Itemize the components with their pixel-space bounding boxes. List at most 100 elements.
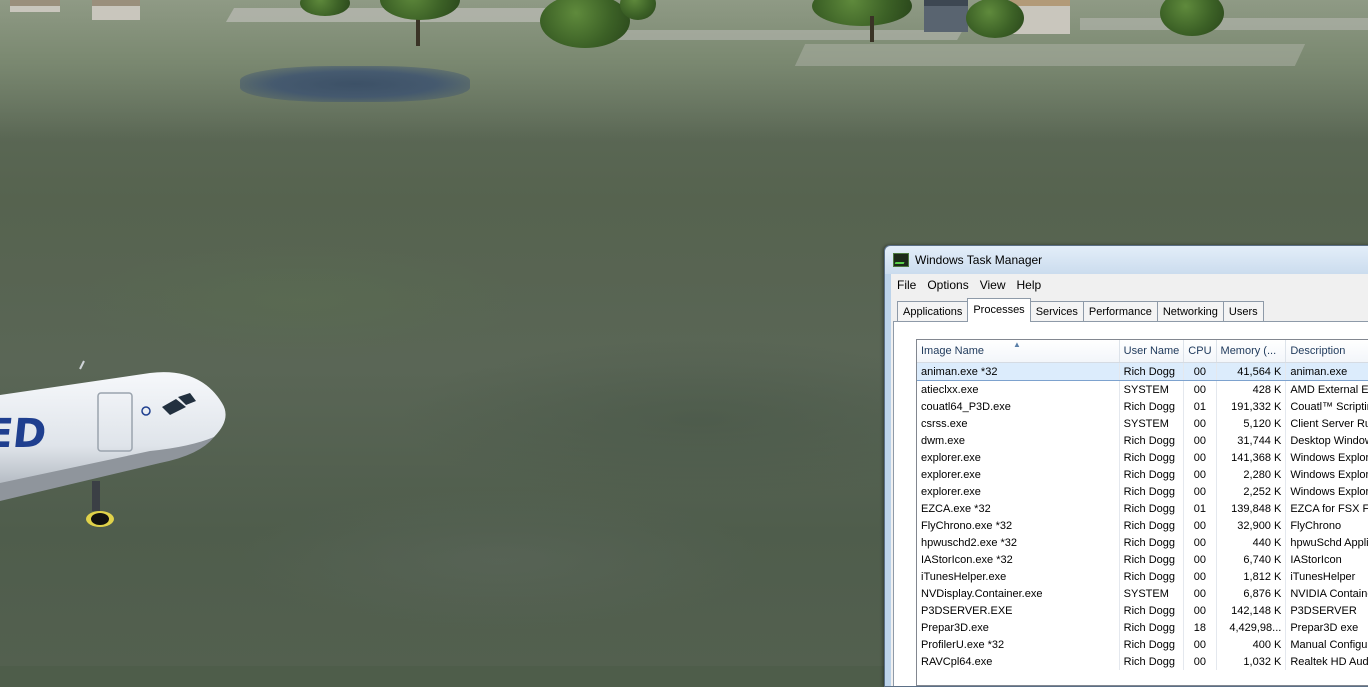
column-header-image-name[interactable]: Image Name ▲ xyxy=(917,340,1120,363)
tab-strip: Applications Processes Services Performa… xyxy=(897,298,1264,322)
nose-wheel-tire xyxy=(91,513,109,525)
process-description: iTunesHelper xyxy=(1285,568,1368,585)
tree-trunk xyxy=(416,16,420,46)
process-description: P3DSERVER xyxy=(1285,602,1368,619)
table-row[interactable]: IAStorIcon.exe *32 Rich Dogg 00 6,740 K IASt… xyxy=(917,551,1368,568)
process-user-name: Rich Dogg xyxy=(1119,449,1185,466)
process-image-name: P3DSERVER.EXE xyxy=(917,602,1120,619)
process-user-name: Rich Dogg xyxy=(1119,483,1185,500)
process-cpu: 00 xyxy=(1183,380,1217,398)
process-cpu: 00 xyxy=(1183,636,1217,653)
task-manager-icon xyxy=(893,253,909,267)
process-description: Windows Explore xyxy=(1285,449,1368,466)
process-cpu: 00 xyxy=(1183,449,1217,466)
column-header-user-name[interactable]: User Name xyxy=(1119,340,1185,363)
process-description: animan.exe xyxy=(1285,362,1368,381)
menu-help[interactable]: Help xyxy=(1011,278,1047,292)
column-header-cpu[interactable]: CPU xyxy=(1183,340,1217,363)
process-description: FlyChrono xyxy=(1285,517,1368,534)
process-rows: animan.exe *32 Rich Dogg 00 41,564 Kaniman.… xyxy=(917,362,1368,670)
process-image-name: couatl64_P3D.exe xyxy=(917,398,1120,415)
header-row: Image Name ▲ User Name CPU Memory (... De… xyxy=(917,340,1368,363)
task-manager-window[interactable]: Windows Task Manager File Options View H… xyxy=(884,245,1368,687)
table-row[interactable]: explorer.exe Rich Dogg 00 2,252 K Windows Ex… xyxy=(917,483,1368,500)
process-image-name: animan.exe *32 xyxy=(917,362,1120,381)
process-description: Windows Explore xyxy=(1285,466,1368,483)
table-row[interactable]: explorer.exe Rich Dogg 00 2,280 K Windows Ex… xyxy=(917,466,1368,483)
tab-networking[interactable]: Networking xyxy=(1156,301,1224,321)
process-user-name: Rich Dogg xyxy=(1119,500,1185,517)
column-header-memory[interactable]: Memory (... xyxy=(1216,340,1287,363)
process-description: EZCA for FSX FS xyxy=(1285,500,1368,517)
process-cpu: 00 xyxy=(1183,568,1217,585)
process-user-name: SYSTEM xyxy=(1119,585,1185,602)
process-image-name: FlyChrono.exe *32 xyxy=(917,517,1120,534)
table-row[interactable]: NVDisplay.Container.exe SYSTEM 00 6,876 K NV… xyxy=(917,585,1368,602)
process-memory: 191,332 K xyxy=(1216,398,1287,415)
table-row[interactable]: RAVCpl64.exe Rich Dogg 00 1,032 K Realtek HD… xyxy=(917,653,1368,670)
process-cpu: 00 xyxy=(1183,551,1217,568)
tab-performance[interactable]: Performance xyxy=(1082,301,1158,321)
table-row[interactable]: EZCA.exe *32 Rich Dogg 01 139,848 K EZCA for… xyxy=(917,500,1368,517)
process-image-name: iTunesHelper.exe xyxy=(917,568,1120,585)
tab-services[interactable]: Services xyxy=(1029,301,1084,321)
tab-processes[interactable]: Processes xyxy=(967,298,1031,322)
processes-panel: Image Name ▲ User Name CPU Memory (... De… xyxy=(893,321,1368,686)
process-list[interactable]: Image Name ▲ User Name CPU Memory (... De… xyxy=(916,339,1368,686)
process-memory: 32,900 K xyxy=(1216,517,1287,534)
process-memory: 428 K xyxy=(1216,380,1287,398)
table-row[interactable]: FlyChrono.exe *32 Rich Dogg 00 32,900 K FlyC… xyxy=(917,517,1368,534)
landing-gear-strut xyxy=(92,481,100,511)
process-image-name: explorer.exe xyxy=(917,449,1120,466)
process-user-name: Rich Dogg xyxy=(1119,619,1185,636)
table-row[interactable]: explorer.exe Rich Dogg 00 141,368 K Windows … xyxy=(917,449,1368,466)
column-header-description[interactable]: Description xyxy=(1285,340,1368,363)
tab-applications[interactable]: Applications xyxy=(897,301,969,321)
table-row[interactable]: couatl64_P3D.exe Rich Dogg 01 191,332 K Coua… xyxy=(917,398,1368,415)
process-image-name: IAStorIcon.exe *32 xyxy=(917,551,1120,568)
tab-users[interactable]: Users xyxy=(1222,301,1264,321)
process-table: Image Name ▲ User Name CPU Memory (... De… xyxy=(917,340,1368,670)
process-description: IAStorIcon xyxy=(1285,551,1368,568)
process-description: Couatl™ Scripting xyxy=(1285,398,1368,415)
process-user-name: Rich Dogg xyxy=(1119,534,1185,551)
table-row[interactable]: ProfilerU.exe *32 Rich Dogg 00 400 K Manual … xyxy=(917,636,1368,653)
title-bar[interactable]: Windows Task Manager xyxy=(885,246,1368,274)
process-cpu: 01 xyxy=(1183,398,1217,415)
process-user-name: Rich Dogg xyxy=(1119,568,1185,585)
table-row[interactable]: Prepar3D.exe Rich Dogg 18 4,429,98... Prepar… xyxy=(917,619,1368,636)
process-image-name: EZCA.exe *32 xyxy=(917,500,1120,517)
process-memory: 5,120 K xyxy=(1216,415,1287,432)
menu-file[interactable]: File xyxy=(891,278,921,292)
table-row[interactable]: animan.exe *32 Rich Dogg 00 41,564 Kaniman.… xyxy=(917,362,1368,381)
table-row[interactable]: P3DSERVER.EXE Rich Dogg 00 142,148 K P3DSERV… xyxy=(917,602,1368,619)
process-description: Windows Explore xyxy=(1285,483,1368,500)
table-row[interactable]: hpwuschd2.exe *32 Rich Dogg 00 440 KhpwuSch… xyxy=(917,534,1368,551)
process-description: Prepar3D exe xyxy=(1285,619,1368,636)
process-user-name: SYSTEM xyxy=(1119,415,1185,432)
process-user-name: Rich Dogg xyxy=(1119,398,1185,415)
process-user-name: SYSTEM xyxy=(1119,380,1185,398)
process-image-name: explorer.exe xyxy=(917,483,1120,500)
tree-trunk xyxy=(870,16,874,42)
house xyxy=(92,0,140,20)
house xyxy=(924,0,968,32)
process-image-name: RAVCpl64.exe xyxy=(917,653,1120,670)
process-memory: 6,876 K xyxy=(1216,585,1287,602)
table-row[interactable]: csrss.exeSYSTEM005,120 KClient Server Ru… xyxy=(917,415,1368,432)
process-description: Client Server Run xyxy=(1285,415,1368,432)
pond xyxy=(240,66,470,102)
process-user-name: Rich Dogg xyxy=(1119,466,1185,483)
menu-options[interactable]: Options xyxy=(921,278,973,292)
sort-ascending-icon: ▲ xyxy=(1013,340,1021,349)
table-row[interactable]: dwm.exe Rich Dogg 00 31,744 K Desktop Window xyxy=(917,432,1368,449)
process-image-name: hpwuschd2.exe *32 xyxy=(917,534,1120,551)
house xyxy=(10,0,60,12)
table-row[interactable]: iTunesHelper.exe Rich Dogg 00 1,812 KiTunes… xyxy=(917,568,1368,585)
process-cpu: 00 xyxy=(1183,483,1217,500)
process-image-name: Prepar3D.exe xyxy=(917,619,1120,636)
table-row[interactable]: atieclxx.exe SYSTEM 00 428 K AMD External Ev xyxy=(917,380,1368,398)
menu-view[interactable]: View xyxy=(974,278,1011,292)
aircraft: ED xyxy=(0,360,226,527)
process-description: hpwuSchd Applic xyxy=(1285,534,1368,551)
